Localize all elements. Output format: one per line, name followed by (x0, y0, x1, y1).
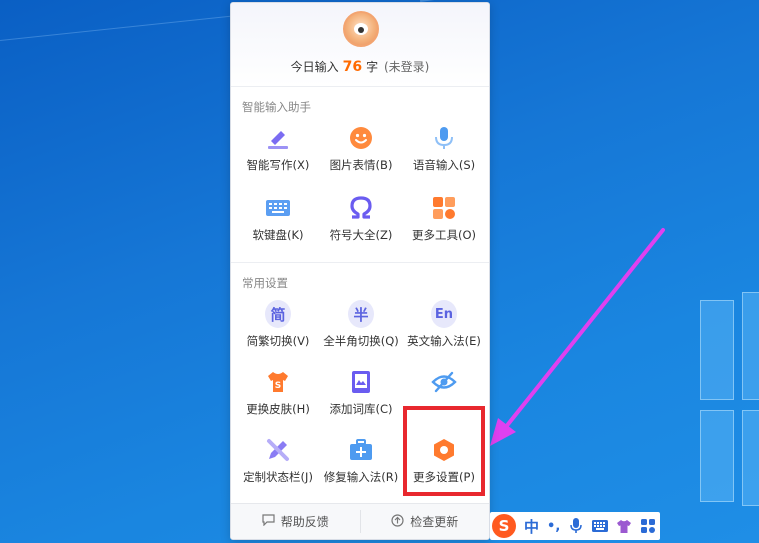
menu-item-more-settings[interactable]: 更多设置(P) (401, 433, 487, 497)
menu-item-english-input[interactable]: En 英文输入法(E) (401, 297, 487, 361)
apps-grid-icon[interactable] (640, 518, 656, 534)
menu-item-repair-ime[interactable]: 修复输入法(R) (318, 433, 404, 497)
chinese-mode-toggle[interactable]: 中 (524, 516, 539, 537)
ime-status-bar: S 中 •, (490, 512, 660, 540)
english-input-icon: En (431, 300, 457, 328)
punctuation-toggle[interactable]: •, (547, 519, 560, 534)
menu-item-smart-writing[interactable]: 智能写作(X) (235, 121, 321, 185)
omega-icon (348, 195, 374, 221)
section-title-assist: 智能输入助手 (242, 100, 311, 114)
dictionary-icon (348, 369, 374, 395)
simplified-traditional-icon: 简 (265, 300, 291, 328)
update-arrow-icon (391, 513, 404, 530)
eye-hidden-icon (431, 369, 457, 395)
microphone-icon (431, 125, 457, 151)
section-title-settings: 常用设置 (242, 276, 288, 290)
menu-item-simp-trad-switch[interactable]: 简 简繁切换(V) (235, 297, 321, 361)
pen-icon (265, 125, 291, 151)
section-divider (231, 262, 489, 263)
smiley-icon (348, 125, 374, 151)
login-status[interactable]: (未登录) (384, 60, 429, 74)
chat-bubble-icon (262, 514, 275, 529)
menu-item-add-dictionary[interactable]: 添加词库(C) (318, 365, 404, 429)
menu-item-change-skin[interactable]: S 更换皮肤(H) (235, 365, 321, 429)
microphone-icon[interactable] (568, 518, 584, 534)
menu-item-voice-input[interactable]: 语音输入(S) (401, 121, 487, 185)
settings-hexagon-icon (431, 437, 457, 463)
help-feedback-button[interactable]: 帮助反馈 (231, 504, 360, 539)
menu-item-symbols[interactable]: 符号大全(Z) (318, 191, 404, 255)
sogou-logo-icon[interactable]: S (492, 514, 516, 538)
typing-stat: 今日输入 76 字 (未登录) (290, 59, 430, 75)
avatar[interactable] (343, 11, 379, 47)
keyboard-icon[interactable] (592, 518, 609, 534)
pencil-ruler-icon (265, 437, 291, 463)
ime-menu-panel: 今日输入 76 字 (未登录) 智能输入助手 智能写作(X) 图片表情(B) 语音输… (230, 2, 490, 540)
check-update-button[interactable]: 检查更新 (361, 504, 490, 539)
toolbox-icon (348, 437, 374, 463)
svg-text:S: S (275, 381, 281, 391)
half-width-icon: 半 (348, 300, 374, 328)
apps-grid-icon (431, 195, 457, 221)
menu-item-soft-keyboard[interactable]: 软键盘(K) (235, 191, 321, 255)
shirt-icon[interactable] (616, 518, 632, 534)
menu-item-more-tools[interactable]: 更多工具(O) (401, 191, 487, 255)
panel-footer: 帮助反馈 检查更新 (231, 503, 489, 539)
menu-item-hidden-option[interactable] (401, 365, 487, 429)
panel-header: 今日输入 76 字 (未登录) (231, 3, 489, 87)
typed-count: 76 (342, 59, 363, 75)
menu-item-full-half-switch[interactable]: 半 全半角切换(Q) (318, 297, 404, 361)
shirt-icon: S (265, 369, 291, 395)
menu-item-customize-statusbar[interactable]: 定制状态栏(J) (235, 433, 321, 497)
keyboard-icon (265, 195, 291, 221)
menu-item-image-emoji[interactable]: 图片表情(B) (318, 121, 404, 185)
